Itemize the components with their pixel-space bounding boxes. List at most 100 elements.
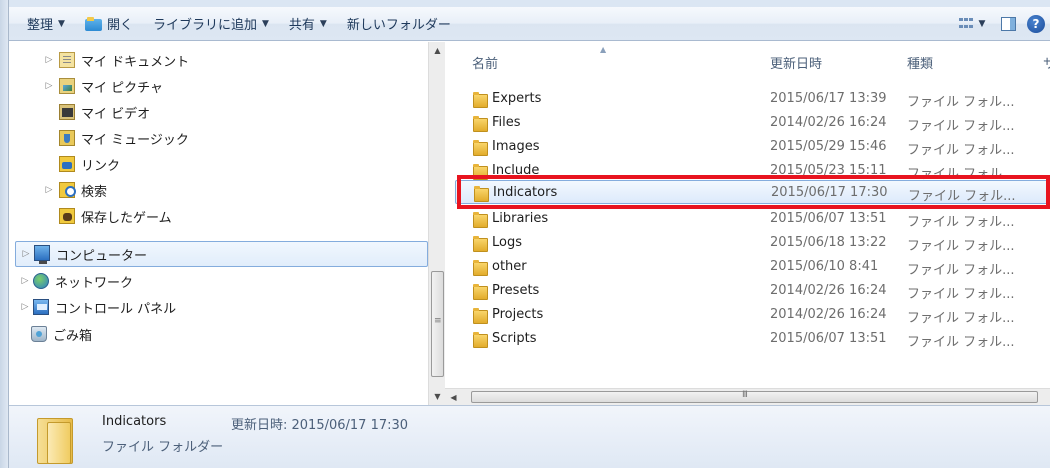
- sort-ascending-icon: ▲: [600, 45, 607, 54]
- nav-item-videos[interactable]: マイ ビデオ: [9, 99, 428, 125]
- scroll-up-icon[interactable]: ▲: [429, 42, 446, 59]
- folder-icon: [473, 332, 488, 348]
- new-folder-button[interactable]: 新しいフォルダー: [337, 11, 461, 37]
- file-name: Experts: [492, 91, 542, 106]
- file-modified: 2015/06/07 13:51: [770, 211, 887, 226]
- organize-button[interactable]: 整理 ▼: [17, 11, 75, 37]
- table-row[interactable]: other 2015/06/10 8:41 ファイル フォル...: [455, 255, 1050, 279]
- nav-item-label: 検索: [81, 184, 108, 200]
- large-folder-icon: [33, 414, 79, 464]
- nav-item-label: ネットワーク: [55, 275, 134, 291]
- file-name: Scripts: [492, 331, 537, 346]
- window-left-border: [0, 0, 9, 468]
- file-name: Files: [492, 115, 521, 130]
- file-type: ファイル フォル...: [907, 95, 1015, 110]
- column-header-label: サ: [1043, 56, 1050, 72]
- organize-label: 整理: [27, 18, 54, 33]
- add-to-library-label: ライブラリに追加: [152, 18, 257, 33]
- change-view-button[interactable]: ▼: [950, 11, 994, 37]
- file-modified: 2015/05/29 15:46: [770, 139, 887, 154]
- share-button[interactable]: 共有 ▼: [279, 11, 337, 37]
- help-icon: ?: [1027, 15, 1045, 33]
- details-modified: 更新日時: 2015/06/17 17:30: [231, 418, 409, 433]
- nav-vertical-scrollbar[interactable]: ▲ ▼: [428, 42, 445, 405]
- preview-pane-button[interactable]: [994, 11, 1022, 37]
- column-header-label: 名前: [472, 56, 499, 72]
- new-folder-label: 新しいフォルダー: [346, 18, 451, 33]
- column-header-name[interactable]: 名前: [472, 42, 498, 82]
- column-header-modified[interactable]: 更新日時: [770, 42, 822, 82]
- scrollbar-thumb[interactable]: [471, 390, 1038, 403]
- nav-item-network[interactable]: ▷ ネットワーク: [15, 268, 434, 294]
- nav-item-recycle-bin[interactable]: ごみ箱: [15, 321, 434, 347]
- nav-item-label: マイ ドキュメント: [81, 54, 190, 70]
- nav-item-documents[interactable]: ▷ マイ ドキュメント: [9, 47, 428, 73]
- add-to-library-button[interactable]: ライブラリに追加 ▼: [143, 11, 279, 37]
- folder-icon: [473, 212, 488, 228]
- file-name: Libraries: [492, 211, 549, 226]
- folder-icon: [474, 186, 489, 202]
- details-type: ファイル フォルダー: [102, 440, 224, 455]
- scrollbar-thumb[interactable]: [431, 271, 444, 377]
- table-row[interactable]: Libraries 2015/06/07 13:51 ファイル フォル...: [455, 207, 1050, 231]
- chevron-down-icon: ▼: [261, 18, 269, 29]
- file-type: ファイル フォル...: [907, 335, 1015, 350]
- file-name: Projects: [492, 307, 544, 322]
- file-modified: 2015/06/18 13:22: [770, 235, 887, 250]
- nav-item-links[interactable]: リンク: [9, 151, 428, 177]
- searches-icon: [59, 182, 76, 198]
- navigation-pane: ▷ マイ ドキュメント ▷ マイ ピクチャ マイ ビデオ マイ ミュージック リ…: [9, 42, 428, 405]
- expand-arrow-icon[interactable]: ▷: [19, 276, 31, 286]
- table-row[interactable]: Presets 2014/02/26 16:24 ファイル フォル...: [455, 279, 1050, 303]
- network-icon: [33, 273, 49, 289]
- open-button[interactable]: 開く: [75, 11, 143, 37]
- nav-item-saved-games[interactable]: 保存したゲーム: [9, 203, 428, 229]
- table-row[interactable]: Files 2014/02/26 16:24 ファイル フォル...: [455, 111, 1050, 135]
- file-modified: 2015/06/07 13:51: [770, 331, 887, 346]
- nav-item-music[interactable]: マイ ミュージック: [9, 125, 428, 151]
- table-row[interactable]: Logs 2015/06/18 13:22 ファイル フォル...: [455, 231, 1050, 255]
- window-top-border: [0, 0, 1050, 7]
- file-modified: 2014/02/26 16:24: [770, 115, 887, 130]
- nav-item-searches[interactable]: ▷ 検索: [9, 177, 428, 203]
- scroll-left-icon[interactable]: ◀: [445, 389, 462, 405]
- open-label: 開く: [106, 18, 133, 33]
- expand-arrow-icon[interactable]: ▷: [43, 55, 55, 65]
- file-list-horizontal-scrollbar[interactable]: ◀: [445, 388, 1050, 405]
- toolbar-right-group: ▼ ?: [950, 11, 1050, 37]
- expand-arrow-icon[interactable]: ▷: [43, 185, 55, 195]
- nav-item-label: マイ ビデオ: [81, 106, 151, 122]
- table-row[interactable]: Scripts 2015/06/07 13:51 ファイル フォル...: [455, 327, 1050, 351]
- pictures-icon: [59, 78, 75, 94]
- music-icon: [59, 130, 75, 146]
- videos-icon: [59, 104, 75, 120]
- documents-icon: [59, 52, 75, 68]
- column-header-size[interactable]: サ: [1043, 42, 1050, 82]
- nav-item-label: ごみ箱: [53, 328, 93, 344]
- nav-item-control-panel[interactable]: ▷ コントロール パネル: [15, 294, 434, 320]
- nav-item-pictures[interactable]: ▷ マイ ピクチャ: [9, 73, 428, 99]
- expand-arrow-icon[interactable]: ▷: [20, 249, 32, 259]
- table-row[interactable]: Images 2015/05/29 15:46 ファイル フォル...: [455, 135, 1050, 159]
- file-modified: 2015/06/17 17:30: [771, 185, 888, 200]
- file-name: Indicators: [493, 185, 558, 200]
- nav-item-label: マイ ミュージック: [81, 132, 189, 148]
- expand-arrow-icon[interactable]: ▷: [19, 302, 31, 312]
- scroll-down-icon[interactable]: ▼: [429, 388, 446, 405]
- table-row-selected[interactable]: Indicators 2015/06/17 17:30 ファイル フォル...: [455, 180, 1050, 204]
- nav-item-label: コンピューター: [56, 248, 148, 264]
- share-label: 共有: [288, 18, 315, 33]
- file-type: ファイル フォル...: [907, 143, 1015, 158]
- expand-arrow-icon[interactable]: ▷: [43, 81, 55, 91]
- file-modified: 2015/06/17 13:39: [770, 91, 887, 106]
- nav-item-computer[interactable]: ▷ コンピューター: [15, 241, 428, 267]
- table-row[interactable]: Projects 2014/02/26 16:24 ファイル フォル...: [455, 303, 1050, 327]
- column-header-type[interactable]: 種類: [907, 42, 933, 82]
- help-button[interactable]: ?: [1022, 11, 1050, 37]
- table-row[interactable]: Experts 2015/06/17 13:39 ファイル フォル...: [455, 87, 1050, 111]
- computer-icon: [34, 245, 50, 264]
- nav-item-label: リンク: [81, 158, 121, 174]
- file-modified: 2014/02/26 16:24: [770, 283, 887, 298]
- open-folder-icon: [84, 16, 103, 31]
- details-item-name: Indicators: [102, 414, 167, 429]
